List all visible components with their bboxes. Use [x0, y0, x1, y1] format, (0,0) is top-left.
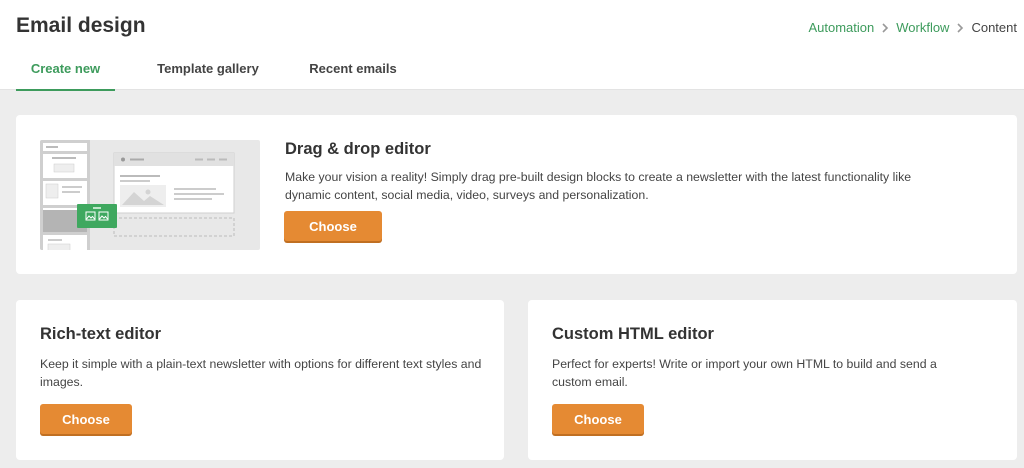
- custom-html-description: Perfect for experts! Write or import you…: [552, 357, 937, 389]
- drag-drop-editor-card: Drag & drop editor Make your vision a re…: [16, 115, 1017, 274]
- breadcrumb-content: Content: [971, 20, 1017, 35]
- breadcrumb: Automation Workflow Content: [808, 20, 1017, 35]
- tab-create-new[interactable]: Create new: [16, 52, 115, 91]
- rich-text-description: Keep it simple with a plain-text newslet…: [40, 357, 482, 389]
- drag-drop-title: Drag & drop editor: [285, 140, 431, 158]
- breadcrumb-workflow[interactable]: Workflow: [896, 20, 949, 35]
- rich-text-editor-card: Rich-text editor Keep it simple with a p…: [16, 300, 504, 460]
- custom-html-title: Custom HTML editor: [552, 325, 714, 343]
- chevron-right-icon: [874, 21, 896, 35]
- page-header: Email design Automation Workflow Content…: [0, 0, 1024, 91]
- drag-drop-choose-button[interactable]: Choose: [284, 211, 382, 241]
- chevron-right-icon: [949, 21, 971, 35]
- drag-drop-description: Make your vision a reality! Simply drag …: [285, 170, 912, 202]
- tab-recent-emails[interactable]: Recent emails: [295, 52, 411, 91]
- tab-template-gallery[interactable]: Template gallery: [131, 52, 285, 91]
- rich-text-title: Rich-text editor: [40, 325, 162, 343]
- tab-bar: Create new Template gallery Recent email…: [16, 52, 411, 91]
- custom-html-editor-card: Custom HTML editor Perfect for experts! …: [528, 300, 1017, 460]
- rich-text-choose-button[interactable]: Choose: [40, 404, 132, 434]
- page-title: Email design: [16, 14, 146, 37]
- custom-html-choose-button[interactable]: Choose: [552, 404, 644, 434]
- breadcrumb-automation[interactable]: Automation: [808, 20, 874, 35]
- drag-drop-illustration: [40, 140, 260, 250]
